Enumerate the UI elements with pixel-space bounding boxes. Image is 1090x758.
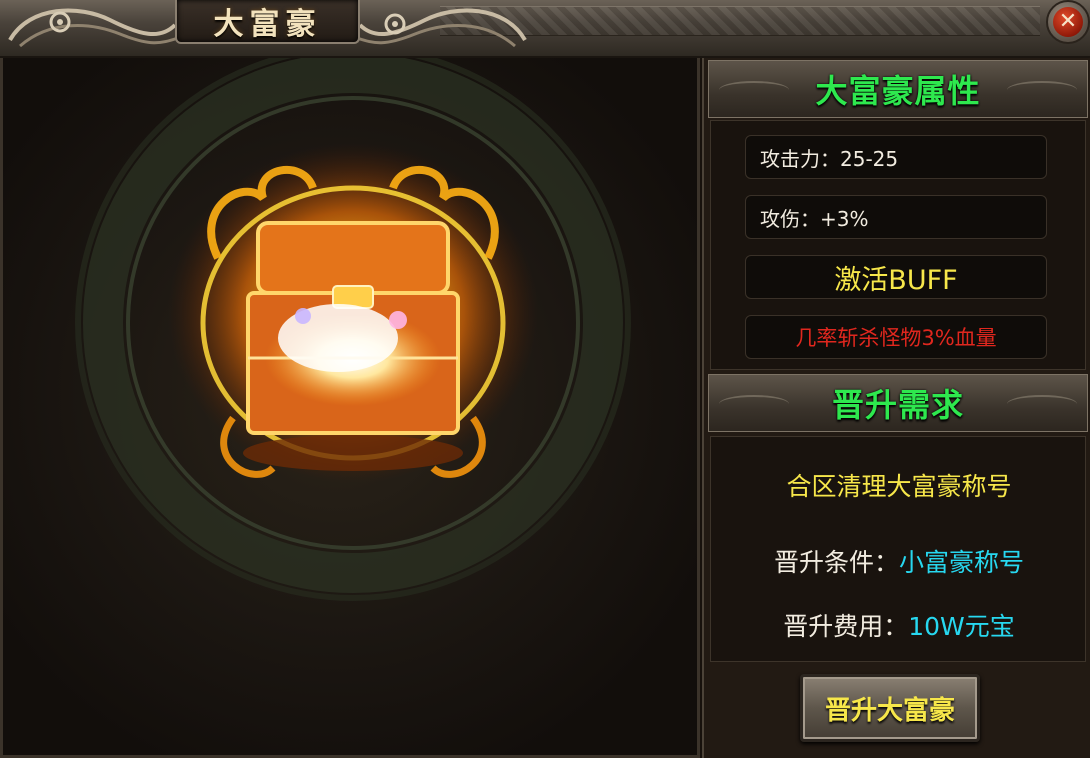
requirements-note: 合区清理大富豪称号 <box>786 472 1012 501</box>
attribute-row-attack-damage: 攻伤：+3% <box>745 195 1047 239</box>
title-plate: 大富豪 <box>175 0 360 44</box>
attributes-header: 大富豪属性 <box>708 60 1088 118</box>
header-ornament-left <box>719 395 789 413</box>
buff-description: 几率斩杀怪物3%血量 <box>795 326 997 350</box>
promotion-cost: 晋升费用：10W元宝 <box>711 607 1087 643</box>
window-top-frame: 大富豪 ✕ <box>0 0 1090 58</box>
condition-label: 晋升条件： <box>773 548 899 577</box>
promote-button-label: 晋升大富豪 <box>824 695 955 726</box>
title-window: 大富豪 ✕ 大富豪属性 攻击力：25-25 攻伤：+3% 激活BUFF 几率斩杀… <box>0 0 1090 758</box>
close-button[interactable]: ✕ <box>1046 0 1090 44</box>
title-showcase <box>0 58 700 758</box>
promote-button[interactable]: 晋升大富豪 <box>800 674 980 742</box>
attributes-box: 攻击力：25-25 攻伤：+3% 激活BUFF 几率斩杀怪物3%血量 <box>710 120 1086 370</box>
header-ornament-left <box>719 81 789 99</box>
attributes-title: 大富豪属性 <box>815 72 981 110</box>
buff-label: 激活BUFF <box>834 264 958 296</box>
cost-label: 晋升费用： <box>783 612 909 641</box>
scroll-ornament-right <box>356 8 527 48</box>
buff-label-row: 激活BUFF <box>745 255 1047 299</box>
buff-description-row: 几率斩杀怪物3%血量 <box>745 315 1047 359</box>
requirements-title: 晋升需求 <box>831 386 964 424</box>
requirements-header: 晋升需求 <box>708 374 1088 432</box>
attack-text: 攻击力：25-25 <box>760 146 899 171</box>
info-panel: 大富豪属性 攻击力：25-25 攻伤：+3% 激活BUFF 几率斩杀怪物3%血量… <box>702 58 1090 758</box>
header-ornament-right <box>1007 81 1077 99</box>
cost-value: 10W元宝 <box>908 612 1015 641</box>
close-icon: ✕ <box>1053 7 1083 37</box>
attack-damage-text: 攻伤：+3% <box>760 206 869 231</box>
attribute-row-attack: 攻击力：25-25 <box>745 135 1047 179</box>
treasure-chest-artwork <box>75 58 631 601</box>
condition-value: 小富豪称号 <box>899 548 1025 577</box>
requirements-box: 合区清理大富豪称号 晋升条件：小富豪称号 晋升费用：10W元宝 <box>710 436 1086 662</box>
window-title: 大富豪 <box>213 7 322 42</box>
header-ornament-right <box>1007 395 1077 413</box>
scroll-ornament-left <box>8 8 179 48</box>
promotion-condition: 晋升条件：小富豪称号 <box>711 543 1087 579</box>
